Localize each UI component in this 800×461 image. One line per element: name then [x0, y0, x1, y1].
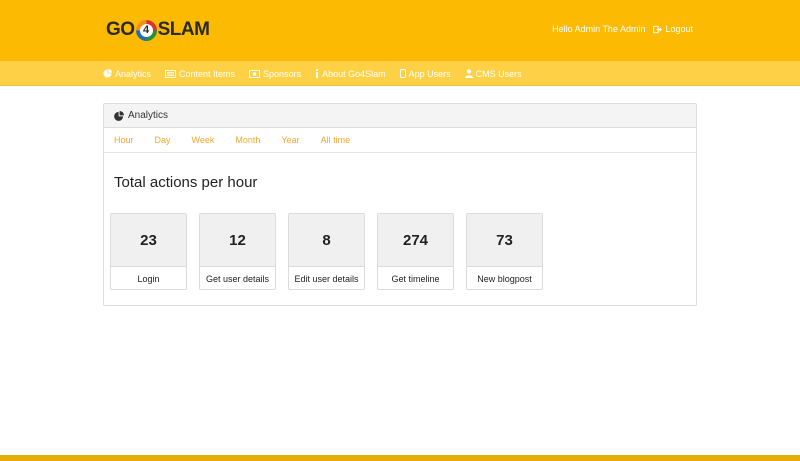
stat-value: 8 — [289, 214, 364, 267]
analytics-panel: Analytics Hour Day Week Month Year All t… — [103, 103, 697, 306]
mobile-icon — [399, 69, 406, 78]
nav-item-content-items[interactable]: Content Items — [165, 69, 235, 79]
panel-title: Analytics — [128, 110, 169, 121]
stat-card-edit-user-details: 8 Edit user details — [288, 213, 365, 290]
footer-bar — [0, 455, 800, 461]
logo-text-left: GO — [106, 19, 135, 40]
tab-hour[interactable]: Hour — [114, 135, 134, 145]
stat-cards: 23 Login 12 Get user details 8 Edit user… — [110, 213, 555, 290]
nav-item-about[interactable]: About Go4Slam — [315, 69, 386, 79]
nav-item-label: CMS Users — [475, 68, 522, 79]
info-icon — [315, 69, 319, 78]
logout-link[interactable]: Logout — [653, 24, 693, 34]
pie-chart-icon — [114, 110, 124, 121]
top-header: GO 4 SLAM Hello Admin The Admin Logout — [0, 0, 800, 61]
stat-label: New blogpost — [477, 273, 532, 284]
tab-month[interactable]: Month — [235, 135, 260, 145]
tab-year[interactable]: Year — [281, 135, 299, 145]
list-card-icon — [165, 69, 177, 78]
stat-card-new-blogpost: 73 New blogpost — [466, 213, 543, 290]
pie-chart-icon — [103, 69, 112, 78]
stat-value: 12 — [200, 214, 275, 267]
money-icon — [249, 69, 261, 78]
logo-mark-icon: 4 — [135, 19, 157, 41]
nav-item-label: Content Items — [179, 68, 236, 79]
tab-week[interactable]: Week — [192, 135, 215, 145]
stat-value: 274 — [378, 214, 453, 267]
stat-card-get-timeline: 274 Get timeline — [377, 213, 454, 290]
nav-item-sponsors[interactable]: Sponsors — [249, 69, 301, 79]
main-nav: Analytics Content Items Sponsors About G… — [0, 61, 800, 86]
stat-label: Get timeline — [391, 273, 440, 284]
stat-label: Edit user details — [294, 273, 359, 284]
stat-value: 73 — [467, 214, 542, 267]
logout-label: Logout — [665, 24, 693, 34]
tab-day[interactable]: Day — [155, 135, 171, 145]
nav-item-app-users[interactable]: App Users — [399, 68, 451, 79]
user-icon — [464, 69, 473, 78]
stat-card-get-user-details: 12 Get user details — [199, 213, 276, 290]
stat-label: Login — [137, 273, 160, 284]
tab-all-time[interactable]: All time — [321, 135, 351, 145]
nav-item-label: Sponsors — [263, 68, 302, 79]
user-area: Hello Admin The Admin Logout — [552, 24, 693, 34]
nav-item-label: About Go4Slam — [322, 68, 386, 79]
go4slam-logo[interactable]: GO 4 SLAM — [106, 17, 210, 43]
logout-icon — [653, 25, 663, 33]
nav-item-analytics[interactable]: Analytics — [103, 69, 151, 79]
stat-label: Get user details — [205, 273, 270, 284]
greeting-text: Hello Admin The Admin — [552, 24, 646, 34]
logo-text-right: SLAM — [157, 19, 210, 40]
logo-mark-digit: 4 — [139, 23, 153, 37]
stat-value: 23 — [111, 214, 186, 267]
stat-card-login: 23 Login — [110, 213, 187, 290]
nav-item-label: App Users — [408, 68, 451, 79]
panel-header: Analytics — [104, 104, 696, 128]
time-range-tabs: Hour Day Week Month Year All time — [104, 128, 696, 153]
nav-item-label: Analytics — [115, 68, 152, 79]
nav-item-cms-users[interactable]: CMS Users — [464, 68, 522, 79]
section-title: Total actions per hour — [114, 174, 258, 191]
